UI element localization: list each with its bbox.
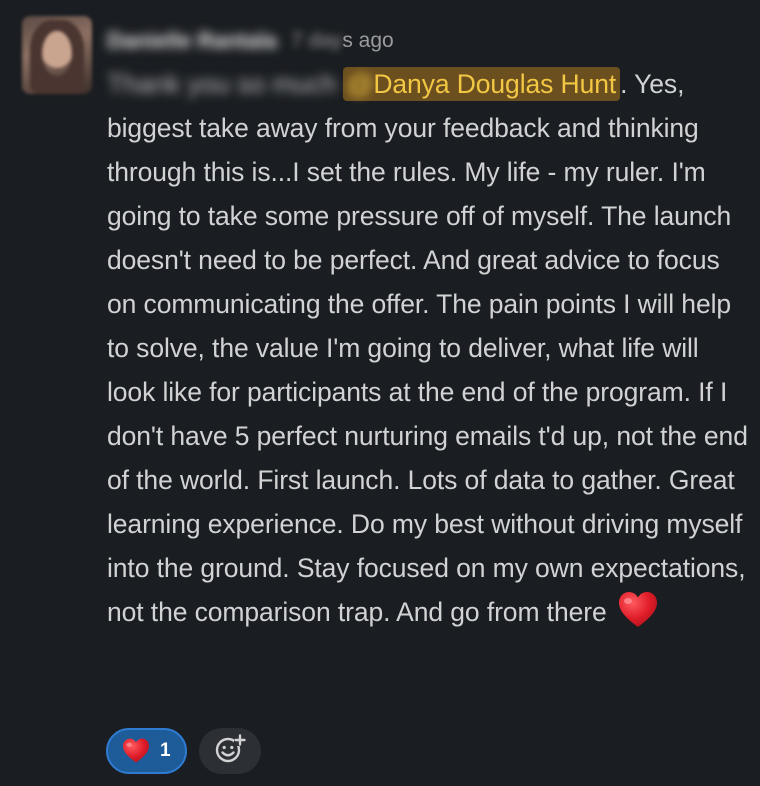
timestamp[interactable]: 7 days ago [291, 29, 394, 53]
heart-icon [122, 738, 150, 764]
message: Danielle Rantala 7 days ago Thank you so… [0, 0, 760, 786]
add-reaction-icon [214, 733, 246, 770]
mention-name: Danya Douglas Hunt [373, 69, 617, 99]
reaction-count: 1 [160, 740, 171, 761]
blurred-lead-text: Thank you so much [107, 69, 337, 99]
mention-at-sign: @ [346, 69, 374, 99]
avatar[interactable] [22, 16, 92, 94]
reaction-heart[interactable]: 1 [106, 728, 187, 774]
heart-icon [618, 591, 658, 629]
user-mention[interactable]: @Danya Douglas Hunt [342, 67, 621, 101]
reactions-bar: 1 [106, 728, 261, 774]
message-header: Danielle Rantala 7 days ago [107, 24, 394, 58]
author-name[interactable]: Danielle Rantala [107, 28, 277, 54]
message-body: Thank you so much @Danya Douglas Hunt. Ye… [107, 62, 752, 634]
add-reaction-button[interactable] [198, 728, 261, 774]
timestamp-visible: s ago [342, 29, 394, 52]
timestamp-blurred: 7 day [290, 29, 343, 52]
message-text: . Yes, biggest take away from your feedb… [107, 69, 748, 627]
